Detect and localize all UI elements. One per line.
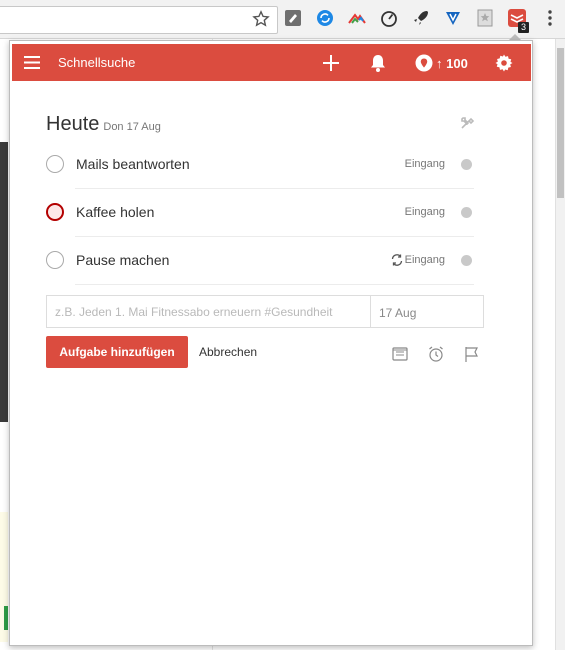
- task-editor[interactable]: z.B. Jeden 1. Mai Fitnessabo erneuern #G…: [46, 295, 484, 328]
- task-content[interactable]: Pause machen: [76, 252, 169, 268]
- project-color-dot: [461, 255, 472, 266]
- cancel-button[interactable]: Abbrechen: [199, 345, 257, 359]
- extension-bookmark-icon[interactable]: [475, 8, 495, 28]
- task-item[interactable]: Mails beantworten Eingang: [46, 141, 474, 189]
- menu-icon[interactable]: [24, 56, 40, 69]
- comment-icon[interactable]: [391, 345, 409, 363]
- task-content[interactable]: Kaffee holen: [76, 204, 154, 220]
- browser-menu-icon[interactable]: [544, 8, 556, 28]
- extension-badge-count: 3: [518, 22, 529, 33]
- background-green-strip: [4, 606, 8, 630]
- add-task-button[interactable]: Aufgabe hinzufügen: [46, 336, 188, 368]
- extension-rocket-icon[interactable]: [411, 8, 431, 28]
- project-color-dot: [461, 207, 472, 218]
- reminder-alarm-icon[interactable]: [427, 345, 445, 363]
- task-item[interactable]: Pause machen Eingang: [46, 237, 474, 285]
- todoist-popup: Schnellsuche ↑ 100 Heute Don 17 Aug Mails…: [9, 40, 533, 646]
- background-dark-panel: [0, 142, 8, 422]
- page-scrollbar-thumb[interactable]: [557, 48, 564, 198]
- extension-notes-icon[interactable]: [283, 8, 303, 28]
- extension-sync-icon[interactable]: [315, 8, 335, 28]
- task-project[interactable]: Eingang: [405, 254, 445, 266]
- extension-rainbow-icon[interactable]: [347, 8, 367, 28]
- browser-toolbar: 3: [0, 0, 565, 39]
- view-title: Heute: [46, 113, 100, 135]
- task-checkbox[interactable]: [46, 155, 64, 173]
- task-project[interactable]: Eingang: [405, 158, 445, 170]
- task-checkbox[interactable]: [46, 251, 64, 269]
- task-divider: [75, 284, 474, 285]
- add-task-icon[interactable]: [321, 53, 341, 73]
- notifications-bell-icon[interactable]: [369, 53, 387, 73]
- karma-indicator[interactable]: ↑ 100: [415, 54, 468, 72]
- popup-header: Schnellsuche ↑ 100: [12, 44, 531, 81]
- task-content[interactable]: Mails beantworten: [76, 156, 190, 172]
- view-heading: Heute Don 17 Aug: [46, 113, 161, 136]
- due-date-input[interactable]: 17 Aug: [379, 306, 416, 320]
- extension-speedometer-icon[interactable]: [379, 8, 399, 28]
- task-content-input[interactable]: z.B. Jeden 1. Mai Fitnessabo erneuern #G…: [55, 305, 361, 319]
- address-bar[interactable]: [0, 6, 278, 34]
- view-options-icon[interactable]: [459, 115, 475, 131]
- karma-icon: [415, 54, 433, 72]
- settings-gear-icon[interactable]: [494, 53, 514, 73]
- quicksearch-field[interactable]: Schnellsuche: [58, 55, 135, 70]
- task-item[interactable]: Kaffee holen Eingang: [46, 189, 474, 237]
- task-project[interactable]: Eingang: [405, 206, 445, 218]
- view-date: Don 17 Aug: [103, 121, 161, 133]
- priority-flag-icon[interactable]: [463, 345, 481, 363]
- extension-shield-v-icon[interactable]: [443, 8, 463, 28]
- task-checkbox-priority-1[interactable]: [46, 203, 64, 221]
- task-editor-separator: [370, 296, 371, 327]
- recurring-icon: [390, 253, 404, 267]
- karma-score: ↑ 100: [436, 55, 468, 71]
- bookmark-star-icon[interactable]: [252, 10, 270, 28]
- project-color-dot: [461, 159, 472, 170]
